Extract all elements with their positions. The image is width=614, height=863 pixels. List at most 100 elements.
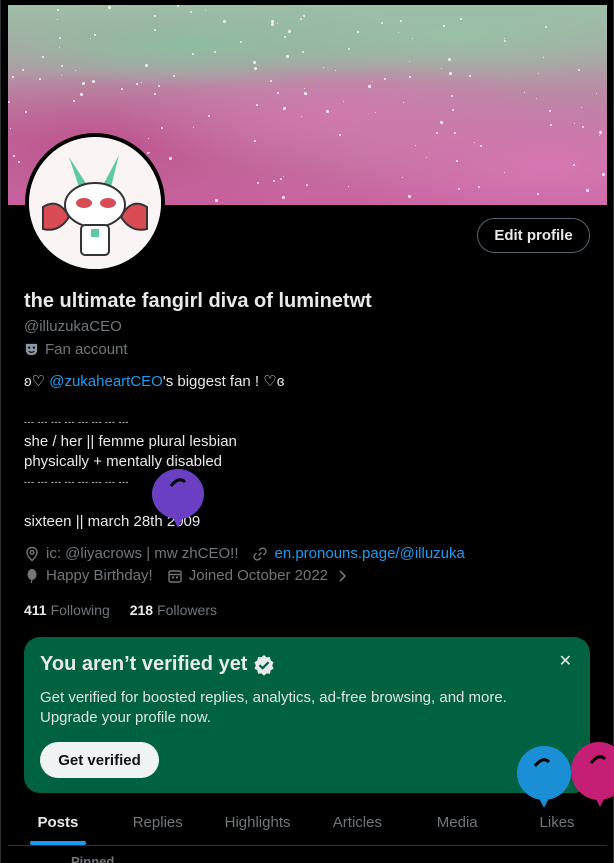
birthday-balloon-blue <box>517 746 571 808</box>
close-icon[interactable]: ✕ <box>559 651 572 671</box>
banner-star <box>61 74 63 76</box>
banner-star <box>454 131 457 134</box>
banner-star <box>288 29 292 33</box>
banner-star <box>372 81 374 83</box>
banner-star <box>276 22 278 24</box>
birthday-balloon-pink <box>571 742 614 807</box>
banner-star <box>25 111 28 114</box>
profile-avatar[interactable] <box>25 133 165 273</box>
banner-star <box>280 177 283 180</box>
banner-star <box>440 68 442 70</box>
banner-star <box>523 92 525 94</box>
bio-separator: --- --- --- --- --- --- --- --- <box>24 417 129 427</box>
tab-label: Posts <box>37 814 79 831</box>
banner-star <box>107 5 111 9</box>
edit-profile-button[interactable]: Edit profile <box>477 218 590 253</box>
tab-label: Likes <box>539 814 575 831</box>
pinned-label: Pinned <box>71 854 115 863</box>
banner-star <box>13 154 16 157</box>
banner-star <box>426 156 428 158</box>
tab-posts[interactable]: Posts <box>8 800 108 845</box>
bio-suffix: 's biggest fan ! ♡ɞ <box>162 373 285 390</box>
banner-star <box>409 60 411 62</box>
website-link[interactable]: en.pronouns.page/@illuzuka <box>274 545 464 562</box>
followers-link[interactable]: 218 Followers <box>130 602 217 618</box>
banner-star <box>153 15 156 18</box>
banner-star <box>339 134 342 137</box>
banner-star <box>145 63 149 67</box>
banner-star <box>215 198 219 202</box>
banner-star <box>75 69 77 71</box>
banner-star <box>89 37 91 39</box>
verify-title: You aren’t verified yet <box>40 653 248 675</box>
tab-replies[interactable]: Replies <box>108 800 208 845</box>
banner-star <box>456 159 459 162</box>
banner-star <box>192 53 195 56</box>
balloon-icon <box>27 568 37 583</box>
banner-star <box>578 69 581 72</box>
banner-star <box>304 88 306 90</box>
banner-star <box>402 102 404 104</box>
tab-label: Articles <box>332 814 382 831</box>
banner-star <box>473 142 475 144</box>
banner-star <box>148 138 150 140</box>
tab-media[interactable]: Media <box>407 800 507 845</box>
banner-star <box>459 18 462 21</box>
following-count: 411 <box>24 602 47 618</box>
banner-star <box>257 182 260 185</box>
bio-line: sixteen || march 28th 2009 <box>24 513 201 530</box>
banner-star <box>440 121 444 125</box>
birthday-balloon-purple <box>152 469 204 528</box>
banner-star <box>448 57 452 61</box>
bio-blank-line <box>24 492 584 512</box>
tab-highlights[interactable]: Highlights <box>208 800 308 845</box>
location-text: ic: @liyacrows | mw zhCEO!! <box>46 545 239 562</box>
banner-star <box>535 98 537 100</box>
bio-line: she / her || femme plural lesbian <box>24 433 237 450</box>
banner-star <box>240 41 243 44</box>
banner-star <box>277 91 280 94</box>
bio-prefix: ʚ♡ <box>24 373 50 390</box>
banner-star <box>503 38 505 40</box>
banner-star <box>301 50 304 53</box>
banner-star <box>93 34 96 37</box>
banner-star <box>402 177 404 179</box>
banner-star <box>367 84 371 88</box>
banner-star <box>538 73 540 75</box>
banner-star <box>479 145 482 148</box>
banner-star <box>543 57 545 59</box>
banner-star <box>408 195 412 199</box>
banner-star <box>580 106 582 108</box>
banner-star <box>384 78 387 81</box>
following-link[interactable]: 411 Following <box>24 602 110 618</box>
banner-star <box>38 78 41 81</box>
banner-star <box>397 31 399 33</box>
tab-articles[interactable]: Articles <box>307 800 407 845</box>
banner-star <box>347 47 350 50</box>
followers-label: Followers <box>157 602 217 618</box>
location-pin-icon <box>26 546 38 561</box>
bio-mention-link[interactable]: @zukaheartCEO <box>49 373 163 390</box>
chevron-right-icon[interactable] <box>334 568 350 584</box>
banner-star <box>120 88 123 90</box>
banner-star <box>380 22 383 25</box>
tab-label: Replies <box>132 814 183 831</box>
banner-star <box>451 109 454 112</box>
avatar-artwork <box>29 137 161 269</box>
banner-star <box>8 101 11 104</box>
get-verified-button[interactable]: Get verified <box>40 742 159 778</box>
banner-star <box>325 109 329 113</box>
category-label: Fan account <box>45 341 128 358</box>
banner-star <box>400 20 403 23</box>
banner-star <box>205 10 207 12</box>
banner-star <box>282 176 284 178</box>
banner-star <box>599 135 601 137</box>
banner-star <box>323 67 325 69</box>
banner-star <box>334 70 336 72</box>
banner-star <box>73 99 76 102</box>
banner-star <box>172 74 175 77</box>
banner-star <box>442 25 445 28</box>
active-tab-indicator <box>29 841 86 845</box>
banner-star <box>58 37 61 40</box>
profile-meta-row: Happy Birthday! Joined October 2022 <box>24 567 350 584</box>
